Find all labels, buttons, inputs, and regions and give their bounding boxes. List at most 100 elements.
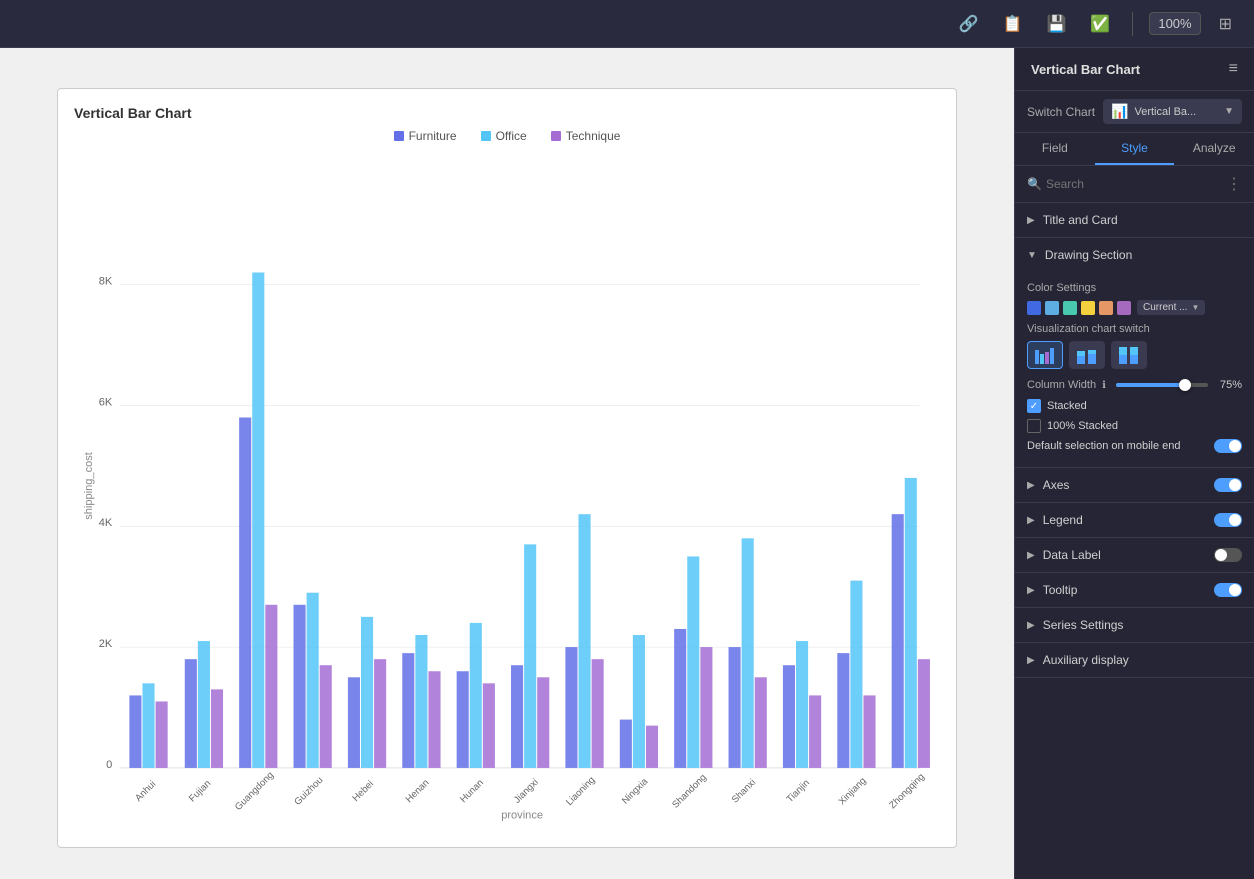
viz-btn-stacked[interactable] [1069,341,1105,369]
stacked-label: Stacked [1047,400,1087,412]
stacked-100-label: 100% Stacked [1047,420,1118,432]
svg-text:Liaoning: Liaoning [564,775,597,808]
chevron-right-icon-series: ▶ [1027,620,1035,631]
check-icon[interactable]: ✅ [1084,10,1116,38]
legend-dot-technique [551,131,561,141]
panel-header: Vertical Bar Chart ≡ [1015,48,1254,91]
chevron-right-icon-axes: ▶ [1027,480,1035,491]
section-series-settings[interactable]: ▶ Series Settings [1015,608,1254,643]
chart-svg: 0 2K 4K 6K 8K shipping_cost [74,151,940,831]
color-swatch-1[interactable] [1027,301,1041,315]
color-dropdown[interactable]: Current ... ▼ [1137,300,1205,315]
section-axes-label: Axes [1043,478,1214,492]
svg-text:Hebei: Hebei [351,779,376,804]
section-axes[interactable]: ▶ Axes [1015,468,1254,503]
section-data-label[interactable]: ▶ Data Label [1015,538,1254,573]
chart-title: Vertical Bar Chart [74,105,940,121]
legend-item-technique: Technique [551,129,621,143]
color-swatch-2[interactable] [1045,301,1059,315]
copy-icon[interactable]: 📋 [997,10,1029,38]
search-row: 🔍 ⋮ [1015,166,1254,203]
chevron-right-icon: ▶ [1027,215,1035,226]
stacked-checkbox[interactable]: ✓ [1027,399,1041,413]
column-width-value: 75% [1214,379,1242,391]
tab-style[interactable]: Style [1095,133,1175,165]
chevron-right-icon-legend: ▶ [1027,515,1035,526]
viz-icons-row [1027,341,1242,369]
svg-text:shipping_cost: shipping_cost [83,452,95,520]
data-label-toggle[interactable] [1214,548,1242,562]
legend-toggle[interactable] [1214,513,1242,527]
legend-item-furniture: Furniture [394,129,457,143]
chart-container: Vertical Bar Chart Furniture Office Tech… [57,88,957,848]
section-auxiliary-display[interactable]: ▶ Auxiliary display [1015,643,1254,678]
legend-dot-furniture [394,131,404,141]
section-tooltip-label: Tooltip [1043,583,1214,597]
right-panel: Vertical Bar Chart ≡ Switch Chart 📊 Vert… [1014,48,1254,879]
mobile-default-row: Default selection on mobile end [1027,439,1242,453]
viz-btn-100stacked[interactable] [1111,341,1147,369]
section-title-and-card-label: Title and Card [1043,213,1242,227]
svg-text:0: 0 [106,759,112,771]
panel-menu-icon[interactable]: ≡ [1229,60,1238,78]
canvas-area: Vertical Bar Chart Furniture Office Tech… [0,48,1014,879]
axes-toggle[interactable] [1214,478,1242,492]
stacked-100-checkbox[interactable] [1027,419,1041,433]
zoom-control[interactable]: 100% [1149,12,1200,35]
switch-chart-select[interactable]: 📊 Vertical Ba... ▼ [1103,99,1242,124]
section-title-and-card[interactable]: ▶ Title and Card [1015,203,1254,238]
switch-chart-row: Switch Chart 📊 Vertical Ba... ▼ [1015,91,1254,133]
tab-analyze[interactable]: Analyze [1174,133,1254,165]
search-input[interactable] [1046,177,1222,191]
svg-text:Hunan: Hunan [458,777,486,805]
column-width-label: Column Width [1027,379,1096,391]
svg-text:2K: 2K [99,638,113,650]
viz-switch-label: Visualization chart switch [1027,323,1242,335]
viz-btn-grouped[interactable] [1027,341,1063,369]
svg-text:Shanxi: Shanxi [730,777,758,805]
svg-text:Guangdong: Guangdong [233,770,276,813]
mobile-toggle[interactable] [1214,439,1242,453]
legend-dot-office [481,131,491,141]
svg-text:Shandong: Shandong [670,772,709,811]
column-width-row: Column Width ℹ 75% [1027,379,1242,391]
more-options-icon[interactable]: ⋮ [1226,174,1242,194]
color-swatch-5[interactable] [1099,301,1113,315]
section-auxiliary-label: Auxiliary display [1043,653,1242,667]
legend-label-furniture: Furniture [409,129,457,143]
color-settings-label: Color Settings [1027,282,1242,294]
svg-text:Jiangxi: Jiangxi [512,777,541,806]
section-series-settings-label: Series Settings [1043,618,1242,632]
switch-chart-value: Vertical Ba... [1134,106,1218,118]
save-icon[interactable]: 💾 [1041,10,1073,38]
section-drawing-header[interactable]: ▼ Drawing Section [1015,238,1254,272]
bar-chart-icon: 📊 [1111,103,1128,120]
drawing-section-content: Color Settings Current ... ▼ Visualizati… [1015,272,1254,468]
section-tooltip[interactable]: ▶ Tooltip [1015,573,1254,608]
color-swatch-3[interactable] [1063,301,1077,315]
tooltip-toggle[interactable] [1214,583,1242,597]
search-icon: 🔍 [1027,177,1042,191]
color-swatch-6[interactable] [1117,301,1131,315]
legend-item-office: Office [481,129,527,143]
color-swatch-4[interactable] [1081,301,1095,315]
svg-text:8K: 8K [99,276,113,288]
grid-icon[interactable]: ⊞ [1213,10,1238,38]
toolbar-divider [1132,12,1133,36]
main-layout: Vertical Bar Chart Furniture Office Tech… [0,48,1254,879]
section-data-label-label: Data Label [1043,548,1214,562]
chevron-down-icon: ▼ [1224,106,1234,117]
section-legend[interactable]: ▶ Legend [1015,503,1254,538]
svg-text:6K: 6K [99,396,113,408]
column-width-info-icon: ℹ [1102,380,1106,391]
tab-field[interactable]: Field [1015,133,1095,165]
svg-text:Anhui: Anhui [133,779,158,804]
mobile-label: Default selection on mobile end [1027,440,1208,452]
stacked-100-checkbox-row: 100% Stacked [1027,419,1242,433]
column-width-slider[interactable] [1116,383,1208,387]
link-icon[interactable]: 🔗 [953,10,985,38]
legend-label-technique: Technique [566,129,621,143]
legend-label-office: Office [496,129,527,143]
section-drawing-label: Drawing Section [1045,248,1242,262]
svg-text:Henan: Henan [404,777,432,805]
